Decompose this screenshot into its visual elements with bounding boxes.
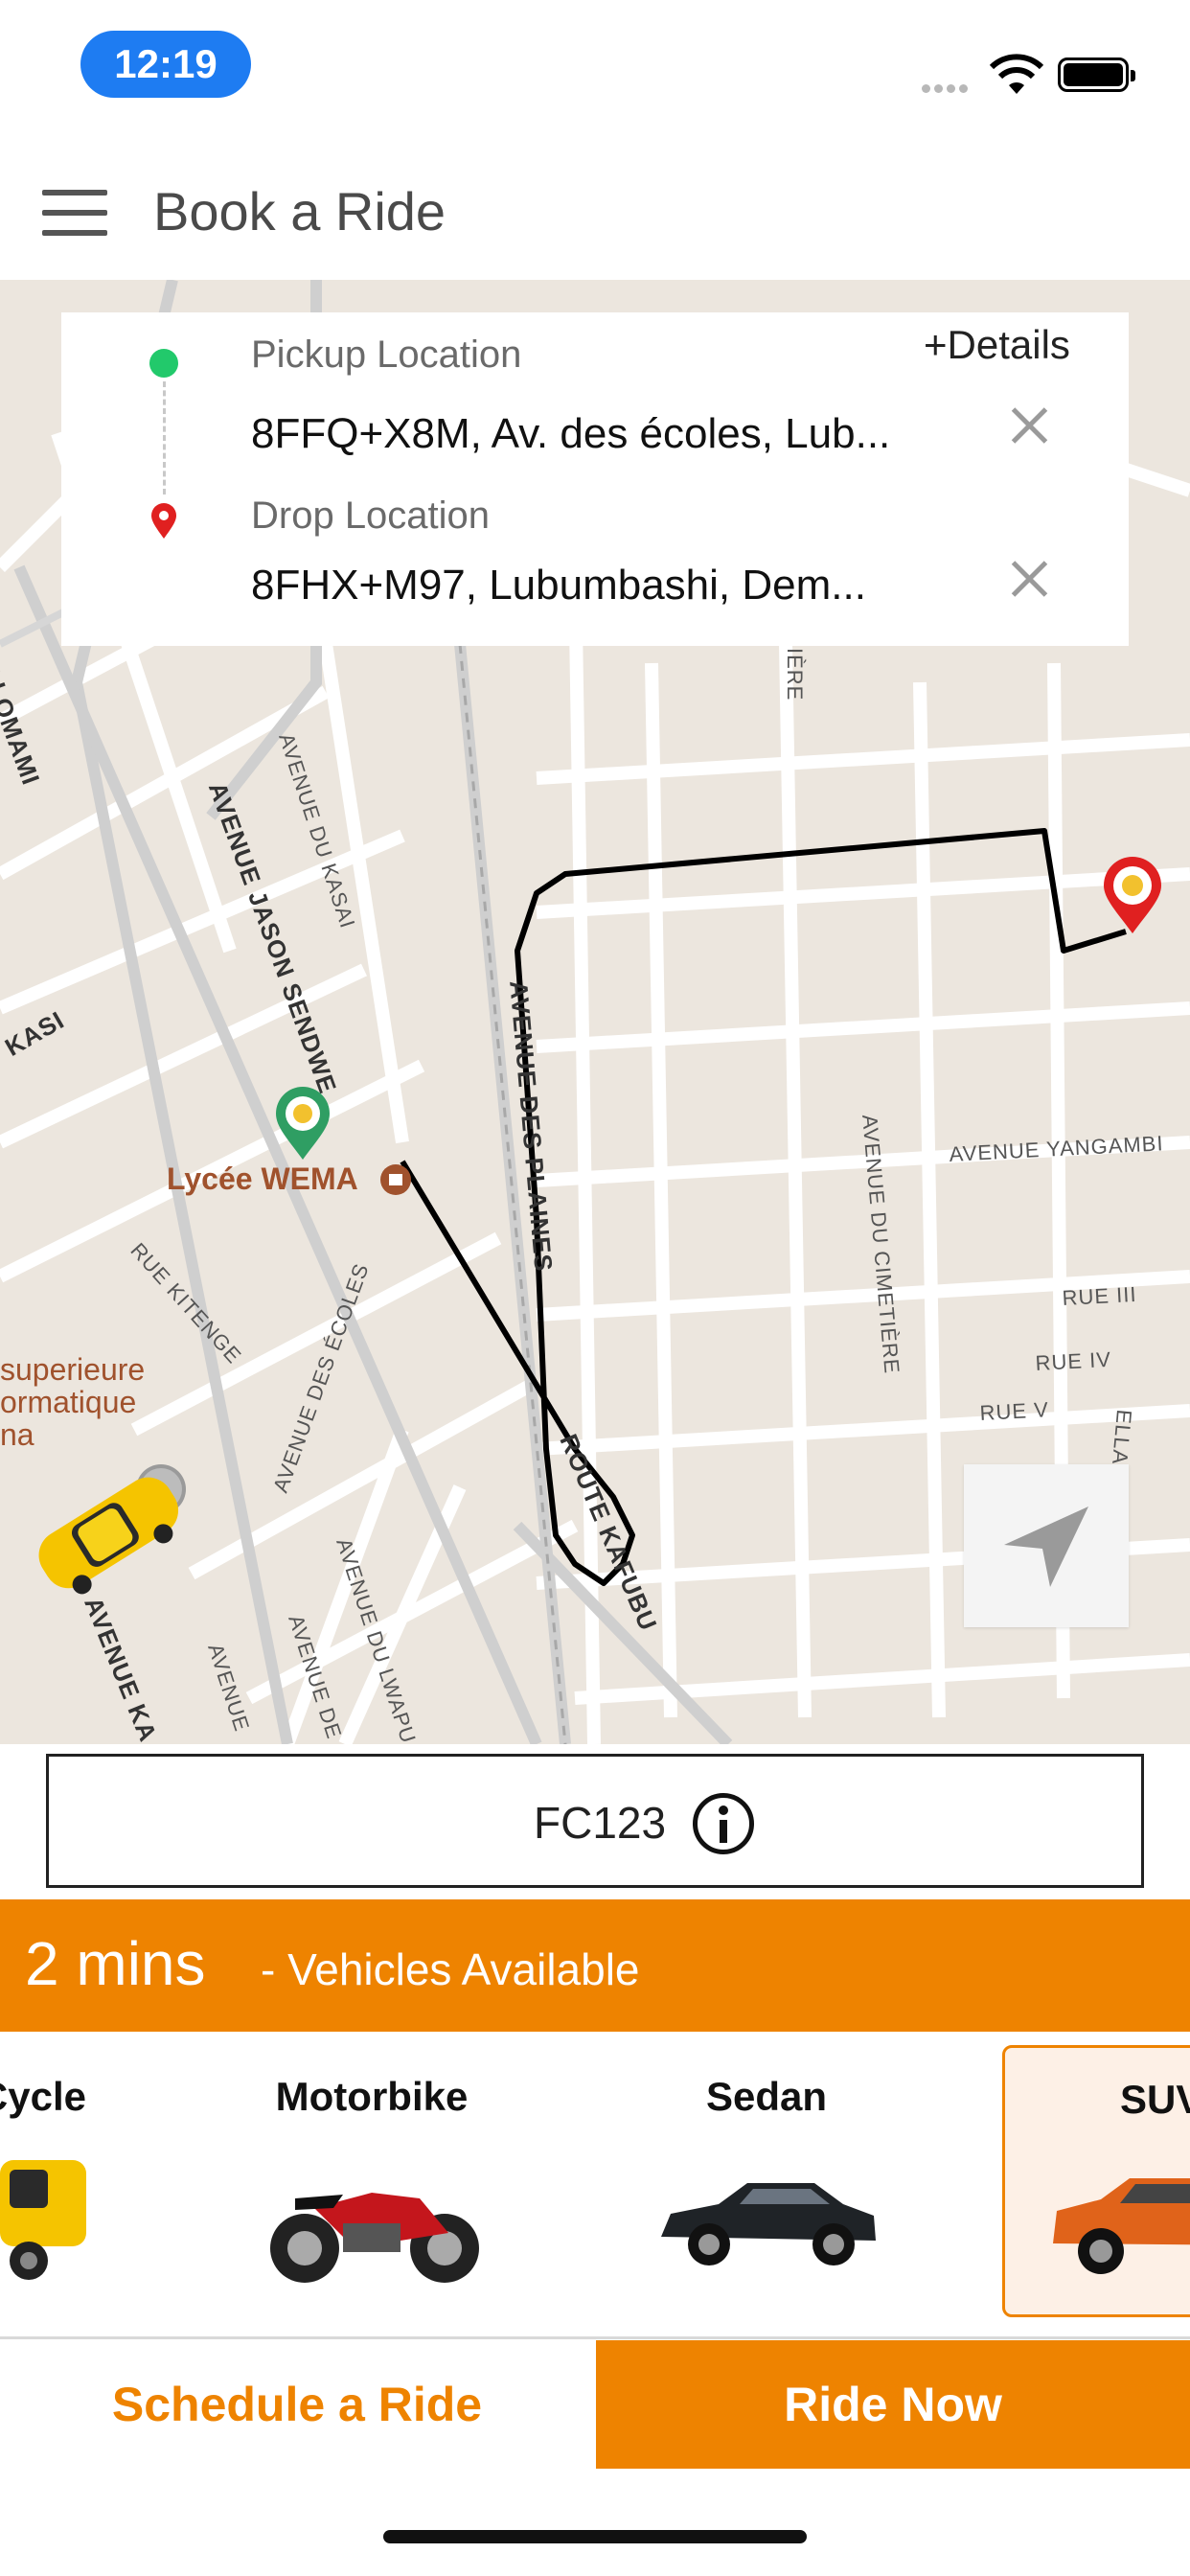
drop-field[interactable]: 8FHX+M97, Lubumbashi, Dem... <box>251 562 979 610</box>
drop-pin-icon <box>151 503 176 539</box>
availability-text: - Vehicles Available <box>261 1944 640 1994</box>
eta-text: 2 mins <box>25 1929 206 1998</box>
drop-label: Drop Location <box>251 494 491 537</box>
suv-icon <box>1053 2178 1190 2274</box>
route-connector <box>163 381 166 494</box>
taxi-car-icon <box>38 1464 186 1595</box>
pickup-field[interactable]: 8FFQ+X8M, Av. des écoles, Lub... <box>251 410 979 458</box>
promo-code-box[interactable]: FC123 <box>46 1754 1144 1888</box>
street-label: IÈRE <box>783 648 807 702</box>
clear-pickup-close-icon[interactable] <box>1006 402 1052 448</box>
poi-label: Lycée WEMA <box>167 1162 358 1196</box>
locate-me-button[interactable] <box>964 1464 1129 1627</box>
status-bar: 12:19 <box>0 0 1190 134</box>
schedule-ride-button[interactable]: Schedule a Ride <box>0 2340 594 2469</box>
vehicle-selector[interactable]: Cycle Motorbike Sedan <box>0 2036 1190 2333</box>
motorbike-icon <box>270 2193 479 2283</box>
poi-label: superieure ormatique na <box>0 1352 146 1452</box>
street-label: RUE III <box>1062 1281 1138 1310</box>
street-label: RUE IV <box>1035 1346 1112 1375</box>
signal-icon <box>922 80 977 93</box>
school-icon <box>380 1164 411 1195</box>
status-time: 12:19 <box>80 31 251 98</box>
vehicle-name: Motorbike <box>275 2074 469 2119</box>
navigation-arrow-icon <box>1004 1506 1088 1587</box>
divider <box>0 2336 1190 2339</box>
app-header: Book a Ride <box>0 153 1190 278</box>
info-icon[interactable] <box>693 1793 754 1854</box>
ride-now-button[interactable]: Ride Now <box>596 2340 1190 2469</box>
sedan-icon <box>661 2183 876 2266</box>
availability-bar: 2 mins - Vehicles Available <box>0 1899 1190 2032</box>
clear-drop-close-icon[interactable] <box>1006 556 1052 602</box>
pickup-map-pin-icon <box>276 1087 330 1160</box>
vehicle-name: Sedan <box>705 2074 828 2119</box>
vehicle-name: SUV <box>1120 2077 1190 2122</box>
vehicle-option-motorbike[interactable]: Motorbike <box>209 2045 535 2317</box>
drop-map-pin-icon <box>1104 857 1161 933</box>
street-label: ELLA <box>1108 1408 1136 1466</box>
vehicle-option-cycle[interactable]: Cycle <box>0 2045 115 2317</box>
vehicle-option-suv[interactable]: SUV <box>1002 2045 1190 2317</box>
vehicle-option-sedan[interactable]: Sedan <box>604 2045 929 2317</box>
pickup-label: Pickup Location <box>251 334 522 376</box>
street-label: RUE V <box>979 1397 1050 1425</box>
home-indicator[interactable] <box>383 2530 807 2543</box>
hamburger-menu-icon[interactable] <box>42 186 107 240</box>
wifi-icon <box>989 54 1044 94</box>
vehicle-name: Cycle <box>0 2074 86 2119</box>
promo-code: FC123 <box>534 1798 667 1848</box>
pickup-dot-icon <box>149 349 178 378</box>
page-title: Book a Ride <box>153 181 446 242</box>
cycle-icon <box>0 2160 86 2280</box>
battery-icon <box>1058 58 1135 92</box>
details-link[interactable]: +Details <box>924 322 1070 368</box>
